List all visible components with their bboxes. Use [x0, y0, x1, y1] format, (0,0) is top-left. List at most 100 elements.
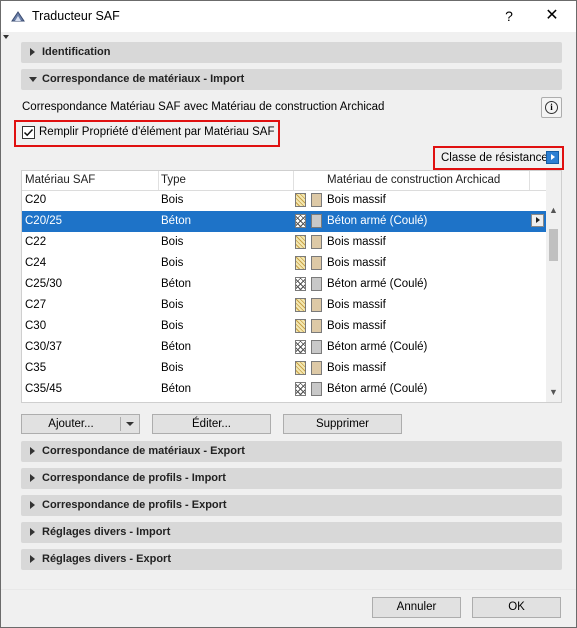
cell-saf-material: C35/45: [25, 383, 63, 395]
scroll-down-icon[interactable]: ▼: [549, 387, 558, 397]
close-button[interactable]: ✕: [541, 6, 563, 26]
edit-button[interactable]: Éditer...: [152, 414, 271, 434]
info-icon: i: [545, 101, 558, 114]
section-label: Correspondance de profils - Export: [42, 499, 227, 511]
delete-button[interactable]: Supprimer: [283, 414, 402, 434]
cell-archicad-material: Béton armé (Coulé): [327, 341, 428, 353]
cell-archicad-material: Béton armé (Coulé): [327, 215, 428, 227]
table-row[interactable]: C30 Bois Bois massif: [22, 316, 546, 337]
color-swatch-icon: [311, 193, 322, 207]
column-header-type[interactable]: Type: [161, 174, 186, 186]
checkmark-icon: [23, 128, 34, 137]
scroll-thumb[interactable]: [549, 229, 558, 261]
table-row[interactable]: C35/45 Béton Béton armé (Coulé): [22, 379, 546, 400]
resize-marker-icon: [3, 35, 9, 39]
cell-saf-material: C30: [25, 320, 47, 332]
collapse-arrow-icon: [29, 77, 37, 82]
table-body: C20 Bois Bois massif C20/25 Béton Béton armé …: [22, 190, 546, 400]
table-row[interactable]: C25/30 Béton Béton armé (Coulé): [22, 274, 546, 295]
table-row[interactable]: C20/25 Béton Béton armé (Coulé): [22, 211, 546, 232]
cancel-button[interactable]: Annuler: [372, 597, 461, 618]
color-swatch-icon: [311, 340, 322, 354]
section-materials-import[interactable]: Correspondance de matériaux - Import: [21, 69, 562, 90]
table-row[interactable]: C24 Bois Bois massif: [22, 253, 546, 274]
pattern-swatch-icon: [295, 256, 306, 270]
color-swatch-icon: [311, 235, 322, 249]
table-row[interactable]: C30/37 Béton Béton armé (Coulé): [22, 337, 546, 358]
scroll-up-icon[interactable]: ▲: [549, 205, 558, 215]
color-swatch-icon: [311, 256, 322, 270]
column-divider[interactable]: [529, 171, 530, 190]
section-label: Réglages divers - Export: [42, 553, 171, 565]
section-label: Identification: [42, 46, 111, 58]
expand-arrow-icon: [30, 555, 35, 563]
cell-saf-material: C30/37: [25, 341, 63, 353]
color-swatch-icon: [311, 298, 322, 312]
row-expand-icon[interactable]: [531, 214, 544, 227]
cell-type: Bois: [161, 362, 184, 374]
footer-divider: [1, 589, 576, 590]
section-label: Correspondance de matériaux - Export: [42, 445, 245, 457]
color-swatch-icon: [311, 319, 322, 333]
cell-archicad-material: Béton armé (Coulé): [327, 278, 428, 290]
column-divider[interactable]: [293, 171, 294, 190]
help-button[interactable]: ?: [498, 6, 520, 26]
section-label: Correspondance de profils - Import: [42, 472, 226, 484]
title-bar: Traducteur SAF ? ✕: [1, 1, 576, 32]
cell-type: Béton: [161, 341, 192, 353]
cell-archicad-material: Bois massif: [327, 299, 386, 311]
expand-arrow-icon: [30, 447, 35, 455]
table-row[interactable]: C20 Bois Bois massif: [22, 190, 546, 211]
cell-saf-material: C24: [25, 257, 47, 269]
app-icon: [11, 11, 25, 22]
table-header: Matériau SAF Type Matériau de constructi…: [22, 171, 546, 191]
cell-archicad-material: Bois massif: [327, 362, 386, 374]
pattern-swatch-icon: [295, 340, 306, 354]
ok-button[interactable]: OK: [472, 597, 561, 618]
expand-arrow-icon: [30, 501, 35, 509]
section-collapsed[interactable]: Réglages divers - Import: [21, 522, 562, 543]
import-description: Correspondance Matériau SAF avec Matéria…: [22, 101, 385, 113]
column-header-archicad[interactable]: Matériau de construction Archicad: [327, 174, 500, 186]
section-collapsed[interactable]: Correspondance de profils - Export: [21, 495, 562, 516]
cell-type: Bois: [161, 236, 184, 248]
color-swatch-icon: [311, 277, 322, 291]
cell-archicad-material: Bois massif: [327, 320, 386, 332]
color-swatch-icon: [311, 361, 322, 375]
color-swatch-icon: [311, 214, 322, 228]
pattern-swatch-icon: [295, 298, 306, 312]
vertical-scrollbar[interactable]: ▲ ▼: [546, 171, 561, 402]
cell-saf-material: C35: [25, 362, 47, 374]
pattern-swatch-icon: [295, 277, 306, 291]
fill-property-checkbox[interactable]: [22, 126, 35, 139]
cell-saf-material: C22: [25, 236, 47, 248]
dialog-window: Traducteur SAF ? ✕ Identification Corres…: [0, 0, 577, 628]
column-divider[interactable]: [158, 171, 159, 190]
table-row[interactable]: C35 Bois Bois massif: [22, 358, 546, 379]
cell-saf-material: C25/30: [25, 278, 63, 290]
window-title: Traducteur SAF: [32, 9, 120, 23]
table-row[interactable]: C27 Bois Bois massif: [22, 295, 546, 316]
cell-saf-material: C20: [25, 194, 47, 206]
section-collapsed[interactable]: Correspondance de matériaux - Export: [21, 441, 562, 462]
pattern-swatch-icon: [295, 235, 306, 249]
section-label: Réglages divers - Import: [42, 526, 171, 538]
add-button[interactable]: Ajouter...: [21, 414, 140, 434]
cell-archicad-material: Bois massif: [327, 194, 386, 206]
section-identification[interactable]: Identification: [21, 42, 562, 63]
section-collapsed[interactable]: Correspondance de profils - Import: [21, 468, 562, 489]
cell-type: Bois: [161, 194, 184, 206]
dropdown-arrow-icon[interactable]: [126, 422, 134, 426]
info-button[interactable]: i: [541, 97, 562, 118]
table-row[interactable]: C22 Bois Bois massif: [22, 232, 546, 253]
cell-saf-material: C20/25: [25, 215, 63, 227]
cell-type: Bois: [161, 320, 184, 332]
classe-resistance-button[interactable]: [546, 151, 559, 164]
expand-arrow-icon: [30, 48, 35, 56]
pattern-swatch-icon: [295, 193, 306, 207]
cell-type: Béton: [161, 215, 192, 227]
section-collapsed[interactable]: Réglages divers - Export: [21, 549, 562, 570]
cell-archicad-material: Bois massif: [327, 236, 386, 248]
column-header-saf[interactable]: Matériau SAF: [25, 174, 95, 186]
expand-arrow-icon: [30, 474, 35, 482]
